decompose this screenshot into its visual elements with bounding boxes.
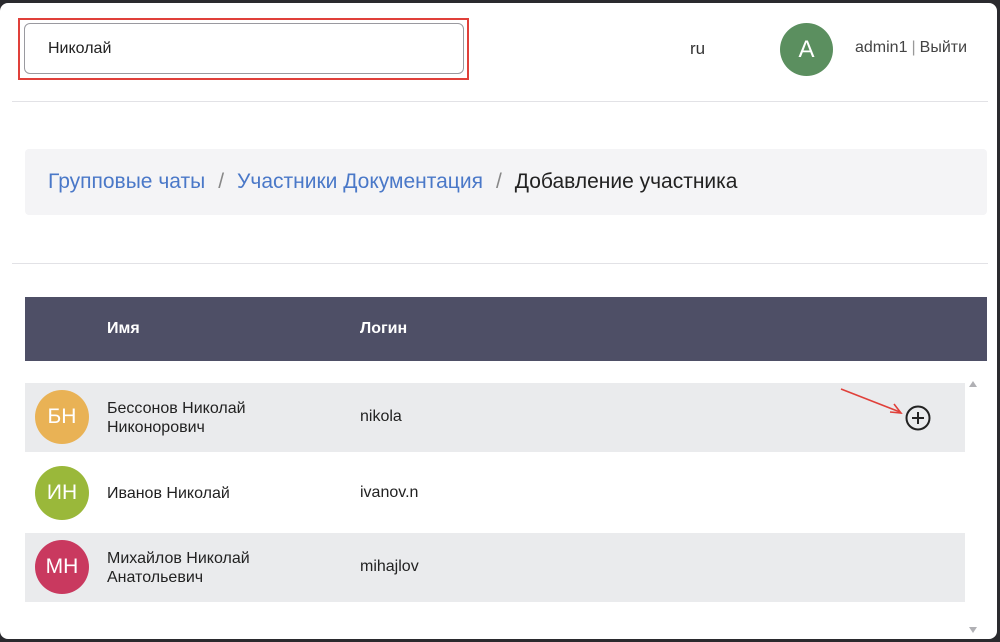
table-row: МН Михайлов Николай Анатольевич mihajlov xyxy=(25,533,965,602)
header-divider xyxy=(12,101,988,102)
search-input[interactable] xyxy=(24,23,464,74)
logout-link[interactable]: Выйти xyxy=(920,39,967,56)
avatar-letter: A xyxy=(798,35,815,63)
scroll-up-arrow-icon[interactable] xyxy=(969,381,977,387)
table-row: БН Бессонов Николай Никонорович nikola xyxy=(25,383,965,452)
user-name: Бессонов Николай Никонорович xyxy=(107,399,307,437)
list-scrollbar[interactable] xyxy=(966,371,980,639)
column-header-name: Имя xyxy=(107,320,140,337)
table-row: ИН Иванов Николай ivanov.n xyxy=(25,452,965,533)
user-name-line: Михайлов Николай xyxy=(107,550,250,567)
user-name-line: Никонорович xyxy=(107,419,205,436)
plus-circle-icon[interactable] xyxy=(905,405,931,431)
username: admin1 xyxy=(855,39,908,56)
avatar: БН xyxy=(35,390,89,444)
user-list: БН Бессонов Николай Никонорович nikola И… xyxy=(25,383,965,602)
user-name-line: Бессонов Николай xyxy=(107,400,246,417)
breadcrumb-separator: / xyxy=(218,170,225,193)
avatar: МН xyxy=(35,540,89,594)
breadcrumb-separator: / xyxy=(495,170,502,193)
user-box: admin1 | Выйти xyxy=(855,39,967,57)
user-login: mihajlov xyxy=(360,558,419,575)
user-name-line: Иванов Николай xyxy=(107,485,230,502)
user-name: Иванов Николай xyxy=(107,484,307,503)
user-separator: | xyxy=(911,39,916,56)
column-header-login: Логин xyxy=(360,320,408,337)
user-login: ivanov.n xyxy=(360,484,419,501)
breadcrumb-members[interactable]: Участники Документация xyxy=(237,170,483,194)
user-login: nikola xyxy=(360,408,402,425)
language-switch[interactable]: ru xyxy=(690,39,705,59)
app-window: ru A admin1|Выйти Групповые чаты / Участ… xyxy=(0,3,997,639)
user-name: Михайлов Николай Анатольевич xyxy=(107,549,307,587)
breadcrumb-group-chats[interactable]: Групповые чаты xyxy=(48,170,205,194)
avatar: ИН xyxy=(35,466,89,520)
red-arrow-icon xyxy=(840,388,903,414)
breadcrumb-current: Добавление участника xyxy=(514,170,738,193)
table-header: Имя Логин xyxy=(25,297,987,361)
breadcrumb: Групповые чаты / Участники Документация … xyxy=(25,149,987,215)
section-divider xyxy=(12,263,988,264)
avatar[interactable]: A xyxy=(780,23,833,76)
scroll-down-arrow-icon[interactable] xyxy=(969,627,977,633)
user-name-line: Анатольевич xyxy=(107,569,204,586)
